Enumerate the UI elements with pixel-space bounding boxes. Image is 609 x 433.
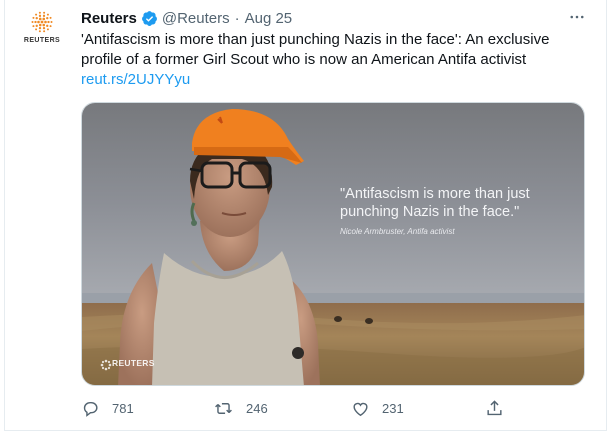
media-attribution: Nicole Armbruster, Antifa activist	[340, 227, 455, 236]
heart-icon	[353, 402, 368, 417]
like-count: 231	[382, 401, 404, 416]
reuters-logo-icon	[31, 11, 53, 33]
reply-count: 781	[112, 401, 134, 416]
media-quote: "Antifascism is more than just punching …	[340, 186, 530, 220]
share-icon	[487, 400, 502, 416]
reuters-avatar[interactable]: REUTERS	[17, 10, 67, 50]
like-button[interactable]: 231	[351, 399, 404, 418]
tweet-actions: 781 246 231	[81, 399, 561, 419]
tweet-media-image[interactable]: "Antifascism is more than just punching …	[81, 102, 585, 386]
retweet-count: 246	[246, 401, 268, 416]
avatar-wordmark: REUTERS	[23, 37, 61, 44]
tweet-body: 'Antifascism is more than just punching …	[81, 31, 550, 68]
retweet-button[interactable]: 246	[213, 399, 268, 418]
tweet-date[interactable]: Aug 25	[245, 10, 293, 27]
media-photo	[82, 103, 584, 385]
tweet-header: Reuters @Reuters · Aug 25	[81, 8, 292, 28]
reply-icon	[83, 402, 98, 417]
tweet-link[interactable]: reut.rs/2UJYYyu	[81, 70, 581, 90]
reply-button[interactable]: 781	[81, 399, 134, 418]
tweet-text: 'Antifascism is more than just punching …	[81, 30, 581, 90]
author-handle[interactable]: @Reuters	[162, 10, 230, 27]
more-options-icon[interactable]	[565, 6, 589, 28]
media-watermark: REUTERS	[100, 358, 155, 368]
retweet-icon	[215, 403, 232, 414]
watermark-text: REUTERS	[112, 358, 155, 368]
separator-dot: ·	[234, 9, 240, 27]
share-button[interactable]	[485, 399, 516, 418]
verified-badge-icon	[141, 10, 158, 27]
author-name[interactable]: Reuters	[81, 10, 137, 27]
